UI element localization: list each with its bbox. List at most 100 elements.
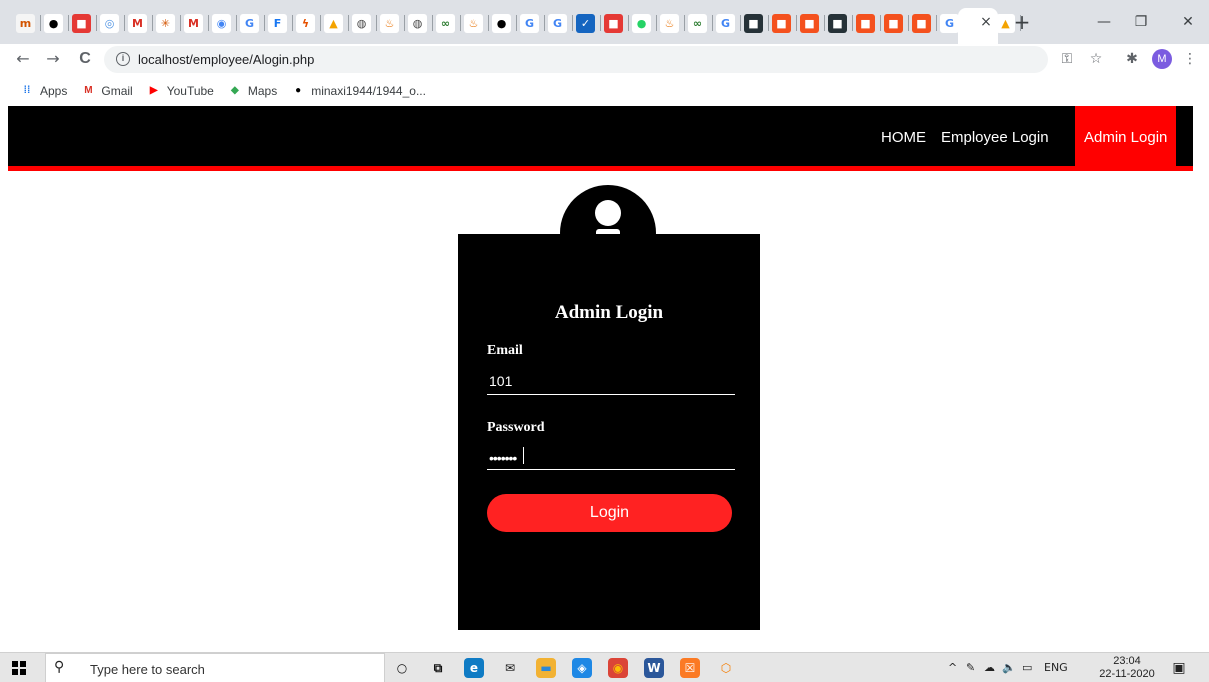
clock-time: 23:04	[1113, 655, 1141, 667]
tab-separator	[264, 15, 265, 31]
restore-icon[interactable]: ❐	[1127, 10, 1155, 34]
globe-favicon-2[interactable]: ◍	[408, 13, 427, 33]
email-field[interactable]	[487, 367, 735, 395]
address-bar[interactable]: i localhost/employee/Alogin.php	[104, 46, 1048, 73]
red-favicon[interactable]: ■	[72, 13, 91, 33]
circle-favicon[interactable]: ◉	[212, 13, 231, 33]
youtube-icon: ▶	[149, 85, 158, 96]
github-favicon-2[interactable]: ●	[492, 13, 511, 33]
taskbar-search-box[interactable]: ⚲ Type here to search	[45, 653, 385, 682]
facebook-favicon[interactable]: F	[268, 13, 287, 33]
word-icon[interactable]: W	[644, 658, 664, 678]
gmail-favicon[interactable]: M	[128, 13, 147, 33]
github-favicon[interactable]: ●	[44, 13, 63, 33]
bookmark-gmail[interactable]: M Gmail	[81, 84, 133, 98]
notification-icon[interactable]: ▣	[1170, 659, 1188, 677]
tab-favicons: m●■◎M✳M◉GFϟ▲◍♨◍∞♨●GG✓■●♨∞G■■■■■■■G■▲	[16, 10, 1024, 36]
edge-icon[interactable]: e	[464, 658, 484, 678]
meta-favicon[interactable]: m	[16, 13, 35, 33]
google-favicon-2[interactable]: G	[520, 13, 539, 33]
screen: m●■◎M✳M◉GFϟ▲◍♨◍∞♨●GG✓■●♨∞G■■■■■■■G■▲ × +…	[0, 0, 1209, 682]
orange-favicon-3[interactable]: ■	[856, 13, 875, 33]
bolt-favicon[interactable]: ϟ	[296, 13, 315, 33]
site-info-icon[interactable]: i	[116, 52, 130, 66]
bookmark-github[interactable]: ● minaxi1944/1944_o...	[291, 84, 426, 98]
menu-icon[interactable]: ⋮	[1180, 49, 1200, 69]
tab-separator	[628, 15, 629, 31]
cortana-icon[interactable]: ○	[392, 658, 412, 678]
pen-icon[interactable]: ✎	[966, 661, 975, 674]
profile-avatar[interactable]: M	[1152, 49, 1172, 69]
google-favicon-5[interactable]: G	[940, 13, 959, 33]
check-favicon[interactable]: ✓	[576, 13, 595, 33]
dark-square-favicon[interactable]: ■	[744, 13, 763, 33]
java-favicon[interactable]: ♨	[380, 13, 399, 33]
java-favicon-2[interactable]: ♨	[464, 13, 483, 33]
bookmark-label: Apps	[40, 83, 68, 98]
tray-chevron-icon[interactable]: ^	[948, 661, 957, 674]
tab-separator	[68, 15, 69, 31]
google-favicon-4[interactable]: G	[716, 13, 735, 33]
tab-separator	[684, 15, 685, 31]
reload-icon[interactable]: C	[74, 48, 96, 70]
link-favicon[interactable]: ∞	[436, 13, 455, 33]
red-square-favicon[interactable]: ■	[604, 13, 623, 33]
nav-underline	[8, 166, 1193, 171]
task-view-icon[interactable]: ⧉	[428, 658, 448, 678]
nav-employee-login-link[interactable]: Employee Login	[941, 106, 1049, 166]
site-nav: HOME Employee Login Admin Login	[8, 106, 1193, 166]
cloud-favicon[interactable]: ◎	[100, 13, 119, 33]
windows-start-icon[interactable]	[12, 661, 26, 675]
orange-favicon-2[interactable]: ■	[800, 13, 819, 33]
login-title: Admin Login	[554, 302, 664, 323]
dark-square-favicon-2[interactable]: ■	[828, 13, 847, 33]
google-favicon-3[interactable]: G	[548, 13, 567, 33]
gmail-favicon-2[interactable]: M	[184, 13, 203, 33]
tab-separator	[348, 15, 349, 31]
language-indicator[interactable]: ENG	[1044, 661, 1068, 674]
key-icon[interactable]: ⚿	[1057, 49, 1077, 69]
back-icon[interactable]: ←	[12, 48, 34, 70]
google-favicon[interactable]: G	[240, 13, 259, 33]
safari-icon[interactable]: ◈	[572, 658, 592, 678]
mail-icon[interactable]: ✉	[500, 658, 520, 678]
taskbar: ⚲ Type here to search ○ ⧉ e ✉ ▬ ◈ ◉ W ☒ ⬡ ^ ✎ ☁ 🔈…	[0, 652, 1209, 682]
new-tab-icon[interactable]: +	[1012, 12, 1032, 32]
file-explorer-icon[interactable]: ▬	[536, 658, 556, 678]
extensions-icon[interactable]: ✱	[1122, 49, 1142, 69]
bookmark-apps[interactable]: ⁞⁞ Apps	[20, 83, 68, 98]
chrome-icon[interactable]: ◉	[608, 658, 628, 678]
tab-separator	[768, 15, 769, 31]
orange-favicon-4[interactable]: ■	[884, 13, 903, 33]
bookmark-maps[interactable]: ◆ Maps	[228, 84, 277, 98]
xampp-icon[interactable]: ☒	[680, 658, 700, 678]
globe-favicon[interactable]: ◍	[352, 13, 371, 33]
phpmyadmin-favicon[interactable]: ▲	[324, 13, 343, 33]
app-icon[interactable]: ⬡	[716, 658, 736, 678]
atom-favicon[interactable]: ✳	[156, 13, 175, 33]
nav-admin-login-link[interactable]: Admin Login	[1075, 106, 1177, 166]
java-favicon-3[interactable]: ♨	[660, 13, 679, 33]
url-text[interactable]: localhost/employee/Alogin.php	[138, 52, 314, 67]
link-favicon-2[interactable]: ∞	[688, 13, 707, 33]
orange-favicon-5[interactable]: ■	[912, 13, 931, 33]
close-window-icon[interactable]: ✕	[1174, 10, 1202, 34]
tab-separator	[236, 15, 237, 31]
forward-icon[interactable]: →	[42, 48, 64, 70]
login-button[interactable]: Login	[487, 494, 732, 532]
password-field[interactable]	[487, 442, 735, 470]
whatsapp-favicon[interactable]: ●	[632, 13, 651, 33]
clock[interactable]: 23:04 22-11-2020	[1094, 655, 1160, 681]
onedrive-icon[interactable]: ☁	[984, 661, 995, 674]
tab-separator	[572, 15, 573, 31]
close-tab-icon[interactable]: ×	[978, 14, 994, 30]
battery-icon[interactable]: ▭	[1022, 661, 1032, 674]
nav-home-link[interactable]: HOME	[881, 106, 926, 166]
text-caret	[523, 447, 524, 464]
tab-separator	[292, 15, 293, 31]
volume-icon[interactable]: 🔈	[1002, 661, 1016, 674]
orange-favicon[interactable]: ■	[772, 13, 791, 33]
bookmark-star-icon[interactable]: ☆	[1086, 49, 1106, 69]
minimize-icon[interactable]: —	[1090, 10, 1118, 34]
bookmark-youtube[interactable]: ▶ YouTube	[147, 84, 214, 98]
